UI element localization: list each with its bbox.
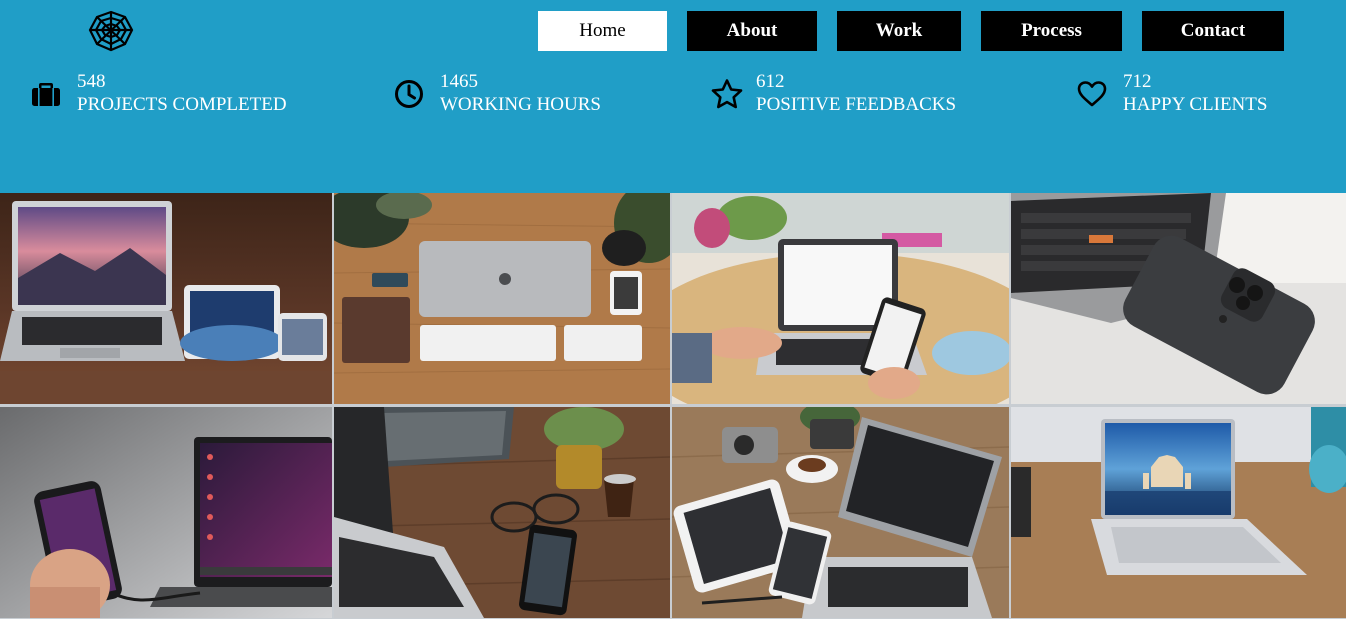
star-icon — [711, 78, 743, 110]
nav-home[interactable]: Home — [538, 11, 667, 51]
laptop-tablet-phone-on-wood-photo[interactable] — [0, 193, 332, 404]
stat-clients: 712 HAPPY CLIENTS — [1123, 70, 1267, 116]
stat-feedbacks: 612 POSITIVE FEEDBACKS — [756, 70, 956, 116]
macbook-flatlay-desk-photo[interactable] — [334, 193, 670, 404]
nav-work[interactable]: Work — [837, 11, 961, 51]
hands-laptop-phone-meeting-photo[interactable] — [672, 193, 1009, 404]
nav-contact[interactable]: Contact — [1142, 11, 1284, 51]
clock-icon — [393, 78, 425, 110]
spiderweb-icon[interactable] — [86, 10, 136, 52]
stat-hours: 1465 WORKING HOURS — [440, 70, 601, 116]
hand-phone-connected-laptop-photo[interactable] — [0, 407, 332, 618]
laptop-notebooks-coffee-photo[interactable] — [334, 407, 670, 618]
nav-process[interactable]: Process — [981, 11, 1122, 51]
heart-icon — [1076, 78, 1108, 110]
silver-laptop-taj-mahal-wallpaper-photo[interactable] — [1011, 407, 1346, 618]
stat-label: PROJECTS COMPLETED — [77, 94, 287, 115]
stat-label: HAPPY CLIENTS — [1123, 94, 1268, 115]
stat-value: 712 — [1123, 71, 1152, 92]
stat-label: POSITIVE FEEDBACKS — [756, 94, 957, 115]
page: Home About Work Process Contact 548 PROJ… — [0, 0, 1346, 619]
stat-value: 612 — [756, 71, 785, 92]
stat-value: 548 — [77, 71, 106, 92]
nav-about[interactable]: About — [687, 11, 817, 51]
laptop-and-iphone-closeup-photo[interactable] — [1011, 193, 1346, 404]
desk-tablet-laptop-camera-photo[interactable] — [672, 407, 1009, 618]
stat-projects: 548 PROJECTS COMPLETED — [77, 70, 287, 116]
stat-value: 1465 — [440, 71, 478, 92]
photo-gallery — [0, 193, 1346, 619]
header: Home About Work Process Contact 548 PROJ… — [0, 0, 1346, 193]
stat-label: WORKING HOURS — [440, 94, 601, 115]
briefcase-icon — [30, 78, 62, 110]
